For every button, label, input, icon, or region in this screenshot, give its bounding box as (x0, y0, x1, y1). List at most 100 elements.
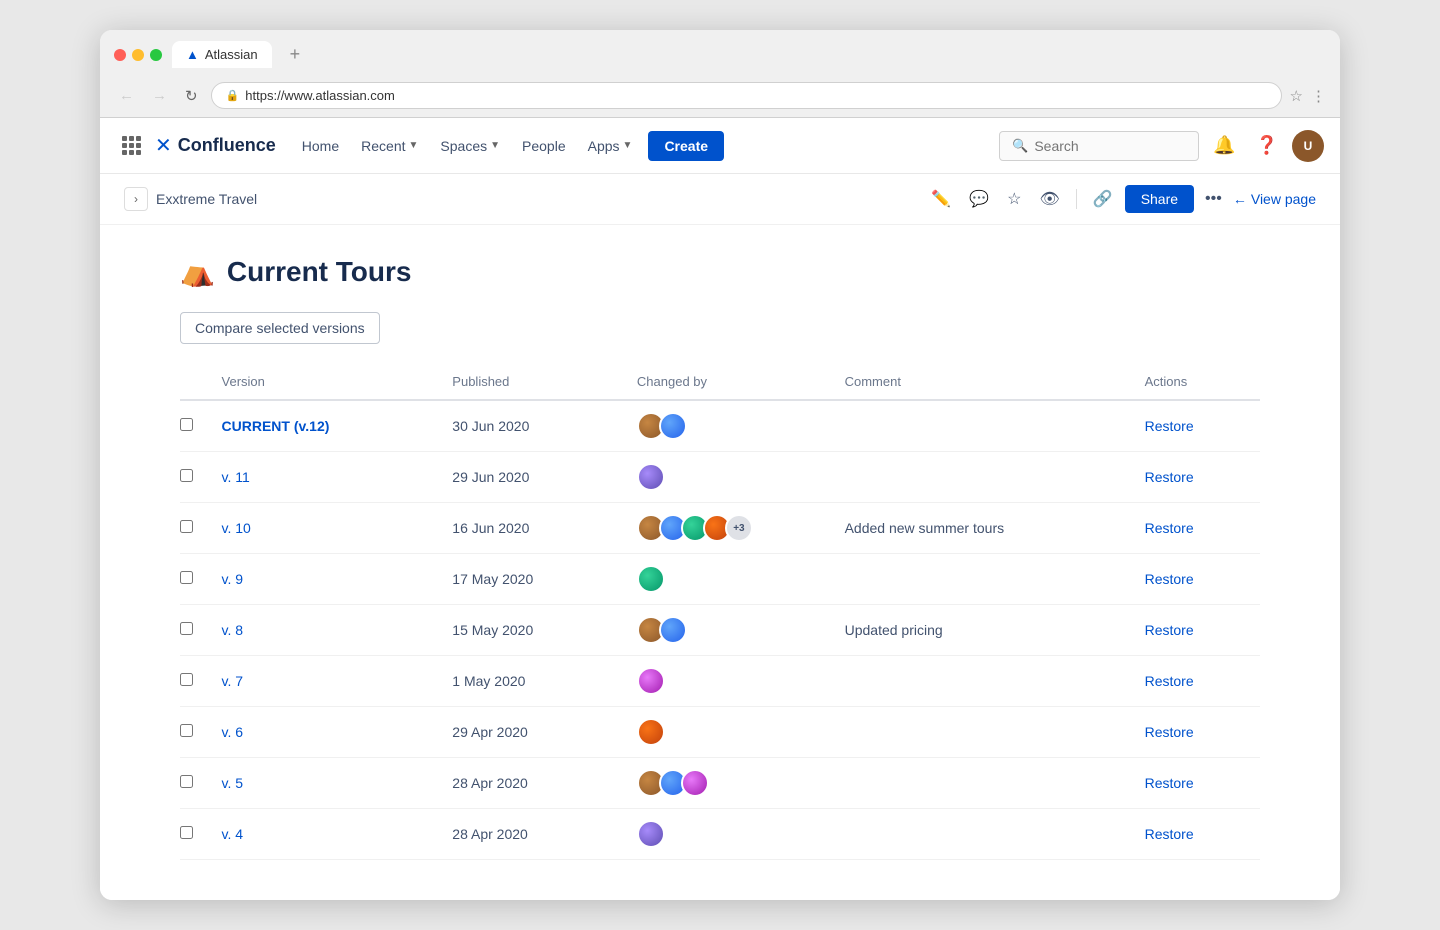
restore-link-v7[interactable]: Restore (1145, 673, 1194, 689)
confluence-logo-icon: ✕ (155, 133, 172, 158)
row-checkbox-v6[interactable] (180, 724, 193, 737)
version-cell-v5[interactable]: v. 5 (222, 758, 453, 809)
published-cell: 29 Apr 2020 (452, 707, 637, 758)
version-cell-v4[interactable]: v. 4 (222, 809, 453, 860)
restore-link-v4[interactable]: Restore (1145, 826, 1194, 842)
nav-right-section: 🔍 🔔 ❓ U (999, 130, 1324, 162)
restore-link-current[interactable]: Restore (1145, 418, 1194, 434)
table-row: v. 6 29 Apr 2020 Restore (180, 707, 1260, 758)
copy-link-button[interactable]: 🔗 (1087, 184, 1119, 214)
refresh-button[interactable]: ↻ (180, 84, 203, 108)
comment-cell (845, 400, 1145, 452)
changed-by-cell: +3 (637, 503, 845, 554)
maximize-traffic-light[interactable] (150, 49, 162, 61)
version-cell-v10[interactable]: v. 10 (222, 503, 453, 554)
published-cell: 1 May 2020 (452, 656, 637, 707)
actions-cell: Restore (1145, 758, 1260, 809)
changed-by-cell (637, 656, 845, 707)
page-actions: ✏️ 💬 ☆ 👁 🔗 Share ••• ← View page (925, 184, 1316, 214)
view-page-button[interactable]: ← View page (1233, 191, 1316, 207)
people-nav-link[interactable]: People (512, 132, 576, 160)
home-nav-link[interactable]: Home (292, 132, 349, 160)
confluence-navbar: ✕ Confluence Home Recent ▼ Spaces ▼ Peop… (100, 118, 1340, 174)
share-button[interactable]: Share (1125, 185, 1194, 213)
back-button[interactable]: ← (114, 84, 139, 107)
table-row: v. 10 16 Jun 2020 +3 Added new summer to… (180, 503, 1260, 554)
forward-button[interactable]: → (147, 84, 172, 107)
table-header-row: Version Published Changed by Comment Act (180, 364, 1260, 400)
restore-link-v5[interactable]: Restore (1145, 775, 1194, 791)
th-version: Version (222, 364, 453, 400)
close-traffic-light[interactable] (114, 49, 126, 61)
restore-link-v8[interactable]: Restore (1145, 622, 1194, 638)
restore-link-v10[interactable]: Restore (1145, 520, 1194, 536)
recent-nav-link[interactable]: Recent ▼ (351, 132, 428, 160)
row-checkbox-cell (180, 758, 222, 809)
version-cell-v6[interactable]: v. 6 (222, 707, 453, 758)
published-cell: 16 Jun 2020 (452, 503, 637, 554)
star-button[interactable]: ☆ (1001, 184, 1027, 214)
row-checkbox-v10[interactable] (180, 520, 193, 533)
help-button[interactable]: ❓ (1250, 131, 1284, 160)
breadcrumb: Exxtreme Travel (156, 191, 257, 207)
row-checkbox-cell (180, 452, 222, 503)
notifications-button[interactable]: 🔔 (1207, 131, 1241, 160)
actions-cell: Restore (1145, 707, 1260, 758)
changed-by-cell (637, 400, 845, 452)
apps-nav-link[interactable]: Apps ▼ (578, 132, 643, 160)
row-checkbox-v5[interactable] (180, 775, 193, 788)
restore-link-v6[interactable]: Restore (1145, 724, 1194, 740)
browser-chrome: ▲ Atlassian + ← → ↻ 🔒 https://www.atlass… (100, 30, 1340, 118)
comment-button[interactable]: 💬 (963, 184, 995, 214)
create-button[interactable]: Create (648, 131, 724, 161)
comment-cell (845, 656, 1145, 707)
comment-cell (845, 707, 1145, 758)
row-checkbox-v9[interactable] (180, 571, 193, 584)
row-checkbox-v7[interactable] (180, 673, 193, 686)
page-title-section: ⛺ Current Tours (180, 255, 1260, 288)
row-checkbox-v11[interactable] (180, 469, 193, 482)
atlassian-tab-icon: ▲ (186, 47, 199, 62)
back-arrow-icon: ← (1233, 191, 1247, 207)
table-row: v. 7 1 May 2020 Restore (180, 656, 1260, 707)
actions-cell: Restore (1145, 503, 1260, 554)
browser-window: ▲ Atlassian + ← → ↻ 🔒 https://www.atlass… (100, 30, 1340, 900)
new-tab-button[interactable]: + (282, 40, 309, 69)
version-cell-v9[interactable]: v. 9 (222, 554, 453, 605)
url-text: https://www.atlassian.com (245, 88, 395, 103)
minimize-traffic-light[interactable] (132, 49, 144, 61)
comment-cell (845, 452, 1145, 503)
th-actions: Actions (1145, 364, 1260, 400)
browser-menu-button[interactable]: ⋮ (1311, 87, 1326, 105)
restore-link-v11[interactable]: Restore (1145, 469, 1194, 485)
row-checkbox-v4[interactable] (180, 826, 193, 839)
compare-versions-button[interactable]: Compare selected versions (180, 312, 380, 344)
sidebar-toggle-button[interactable]: › (124, 187, 148, 211)
row-checkbox-v8[interactable] (180, 622, 193, 635)
search-box[interactable]: 🔍 (999, 131, 1199, 161)
row-checkbox-current[interactable] (180, 418, 193, 431)
version-cell-v11[interactable]: v. 11 (222, 452, 453, 503)
spaces-nav-link[interactable]: Spaces ▼ (430, 132, 510, 160)
watch-button[interactable]: 👁 (1033, 184, 1065, 214)
actions-cell: Restore (1145, 656, 1260, 707)
published-cell: 15 May 2020 (452, 605, 637, 656)
version-cell-v8[interactable]: v. 8 (222, 605, 453, 656)
th-comment: Comment (845, 364, 1145, 400)
search-input[interactable] (1034, 138, 1186, 154)
user-avatar[interactable]: U (1292, 130, 1324, 162)
restore-link-v9[interactable]: Restore (1145, 571, 1194, 587)
more-actions-button[interactable]: ••• (1200, 185, 1227, 213)
changed-by-cell (637, 605, 845, 656)
breadcrumb-bar: › Exxtreme Travel ✏️ 💬 ☆ 👁 🔗 Share ••• ←… (100, 174, 1340, 225)
search-icon: 🔍 (1012, 138, 1028, 154)
app-switcher-button[interactable] (116, 130, 147, 161)
confluence-logo-text: Confluence (178, 135, 276, 156)
edit-button[interactable]: ✏️ (925, 184, 957, 214)
browser-tab[interactable]: ▲ Atlassian (172, 41, 272, 68)
th-checkbox (180, 364, 222, 400)
row-checkbox-cell (180, 605, 222, 656)
version-cell-v7[interactable]: v. 7 (222, 656, 453, 707)
comment-cell (845, 758, 1145, 809)
bookmark-button[interactable]: ☆ (1290, 87, 1303, 105)
